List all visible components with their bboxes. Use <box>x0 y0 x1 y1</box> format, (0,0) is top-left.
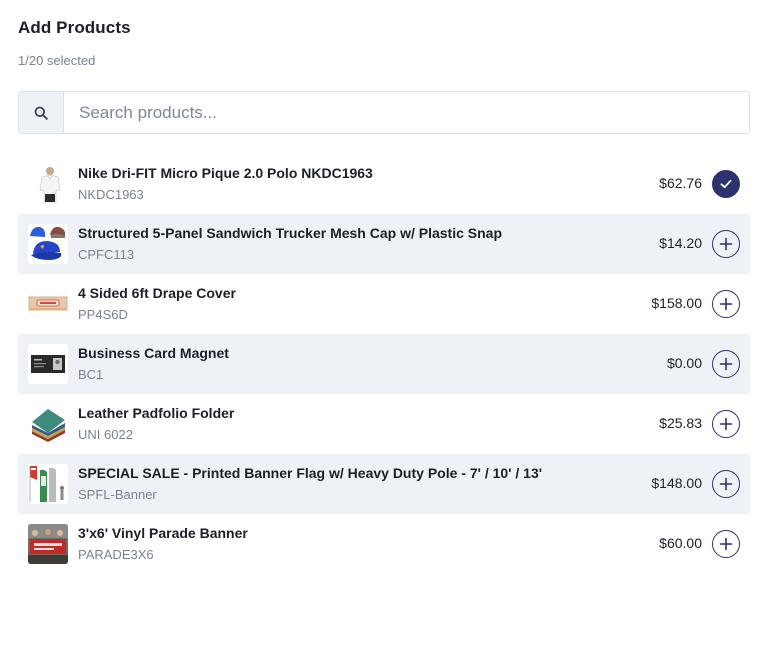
product-info: SPECIAL SALE - Printed Banner Flag w/ He… <box>78 465 542 502</box>
product-info: Nike Dri-FIT Micro Pique 2.0 Polo NKDC19… <box>78 165 373 202</box>
product-info: Leather Padfolio Folder UNI 6022 <box>78 405 234 442</box>
search-icon[interactable] <box>19 92 64 133</box>
product-info: Business Card Magnet BC1 <box>78 345 229 382</box>
product-sku: PARADE3X6 <box>78 547 154 562</box>
product-name: Nike Dri-FIT Micro Pique 2.0 Polo NKDC19… <box>78 165 373 181</box>
product-price: $14.20 <box>659 235 702 251</box>
product-row[interactable]: Structured 5-Panel Sandwich Trucker Mesh… <box>18 214 750 274</box>
drape-cover-thumbnail <box>28 284 68 324</box>
product-price: $158.00 <box>651 295 702 311</box>
plus-icon[interactable] <box>712 350 740 378</box>
product-sku: NKDC1963 <box>78 187 144 202</box>
search-bar <box>18 91 750 134</box>
product-row[interactable]: Leather Padfolio Folder UNI 6022 $25.83 <box>18 394 750 454</box>
product-sku: PP4S6D <box>78 307 128 322</box>
product-sku: BC1 <box>78 367 104 382</box>
product-name: SPECIAL SALE - Printed Banner Flag w/ He… <box>78 465 543 481</box>
product-sku: SPFL-Banner <box>78 487 157 502</box>
trucker-cap-thumbnail <box>28 224 68 264</box>
product-info: 3'x6' Vinyl Parade Banner PARADE3X6 <box>78 525 248 562</box>
plus-icon[interactable] <box>712 410 740 438</box>
plus-icon[interactable] <box>712 230 740 258</box>
product-row[interactable]: Business Card Magnet BC1 $0.00 <box>18 334 750 394</box>
business-card-magnet-thumbnail <box>28 344 68 384</box>
product-price: $0.00 <box>666 355 702 371</box>
product-row[interactable]: SPECIAL SALE - Printed Banner Flag w/ He… <box>18 454 750 514</box>
polo-shirt-thumbnail <box>28 164 68 204</box>
product-info: 4 Sided 6ft Drape Cover PP4S6D <box>78 285 236 322</box>
product-name: Structured 5-Panel Sandwich Trucker Mesh… <box>78 225 503 241</box>
product-price: $25.83 <box>659 415 702 431</box>
product-row[interactable]: 4 Sided 6ft Drape Cover PP4S6D $158.00 <box>18 274 750 334</box>
product-name: Business Card Magnet <box>78 345 229 361</box>
plus-icon[interactable] <box>712 530 740 558</box>
padfolio-thumbnail <box>28 404 68 444</box>
check-icon[interactable] <box>712 170 740 198</box>
product-name: 4 Sided 6ft Drape Cover <box>78 285 236 301</box>
product-price: $148.00 <box>651 475 702 491</box>
selected-count: 1/20 selected <box>18 53 96 68</box>
product-sku: CPFC113 <box>78 247 135 262</box>
banner-flag-thumbnail <box>28 464 68 504</box>
product-row[interactable]: 3'x6' Vinyl Parade Banner PARADE3X6 $60.… <box>18 514 750 574</box>
product-name: Leather Padfolio Folder <box>78 405 235 421</box>
product-price: $60.00 <box>659 535 702 551</box>
dialog-title: Add Products <box>18 18 131 37</box>
add-products-dialog: Add Products 1/20 selected Search produc… <box>0 0 770 653</box>
parade-banner-thumbnail <box>28 524 68 564</box>
product-name: 3'x6' Vinyl Parade Banner <box>78 525 248 541</box>
product-sku: UNI 6022 <box>78 427 133 442</box>
product-info: Structured 5-Panel Sandwich Trucker Mesh… <box>78 225 502 262</box>
product-price: $62.76 <box>659 175 702 191</box>
plus-icon[interactable] <box>712 470 740 498</box>
product-list: Nike Dri-FIT Micro Pique 2.0 Polo NKDC19… <box>18 154 750 574</box>
search-input[interactable] <box>64 92 749 133</box>
plus-icon[interactable] <box>712 290 740 318</box>
product-row[interactable]: Nike Dri-FIT Micro Pique 2.0 Polo NKDC19… <box>18 154 750 214</box>
